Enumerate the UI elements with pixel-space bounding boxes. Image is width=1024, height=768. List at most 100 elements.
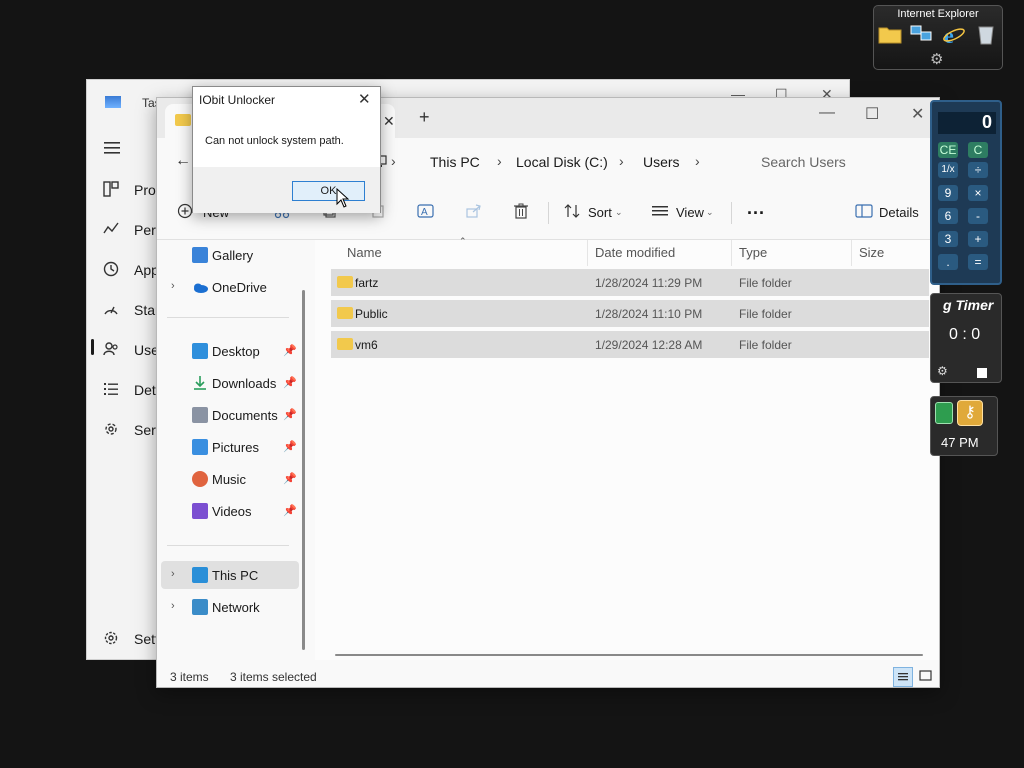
nav-scrollbar[interactable] xyxy=(302,290,305,650)
details-pane-button[interactable]: Details xyxy=(855,202,919,224)
chevron-right-icon[interactable]: › xyxy=(171,568,175,580)
computer-icon xyxy=(192,567,208,583)
nav-item-downloads[interactable]: Downloads 📌 xyxy=(161,369,299,397)
breadcrumb[interactable]: › This PC › Local Disk (C:) › Users › xyxy=(373,146,733,176)
folder-icon xyxy=(337,307,353,319)
column-header-size[interactable]: Size xyxy=(859,245,884,260)
close-icon[interactable]: ✕ xyxy=(911,104,924,124)
nav-services[interactable]: Serv xyxy=(103,419,163,443)
nav-app-history[interactable]: App xyxy=(103,259,163,283)
table-row[interactable]: Public 1/28/2024 11:10 PM File folder xyxy=(331,300,929,327)
nav-item-label: Music xyxy=(212,472,246,487)
delete-button[interactable] xyxy=(513,202,529,224)
new-button[interactable]: New xyxy=(177,202,229,224)
folder-icon[interactable] xyxy=(878,23,902,45)
green-app-icon[interactable] xyxy=(935,402,953,424)
nav-item-label: Documents xyxy=(212,408,278,423)
nav-startup[interactable]: Star xyxy=(103,299,163,323)
rename-button[interactable]: A xyxy=(417,202,435,224)
search-input[interactable]: Search Users xyxy=(747,146,931,176)
more-options-button[interactable]: ... xyxy=(747,198,765,220)
network-computers-icon[interactable] xyxy=(909,23,933,45)
calc-key-9[interactable]: 9 xyxy=(938,185,958,201)
tiles-view-button[interactable] xyxy=(916,667,936,687)
file-date: 1/28/2024 11:10 PM xyxy=(595,307,703,321)
column-divider[interactable] xyxy=(731,240,732,266)
file-date: 1/29/2024 12:28 AM xyxy=(595,338,703,352)
breadcrumb-this-pc[interactable]: This PC xyxy=(430,154,480,170)
column-headers: ⌃ Name Date modified Type Size xyxy=(315,236,939,266)
stop-icon[interactable] xyxy=(977,368,987,378)
calc-key-3[interactable]: 3 xyxy=(938,231,958,247)
document-icon xyxy=(192,407,208,423)
column-header-name[interactable]: Name xyxy=(347,245,382,260)
dialog-title: IObit Unlocker xyxy=(199,93,276,107)
nav-item-label: Gallery xyxy=(212,248,254,263)
calc-key-reciprocal[interactable]: 1/x xyxy=(938,162,958,178)
file-date: 1/28/2024 11:29 PM xyxy=(595,276,703,290)
breadcrumb-users[interactable]: Users xyxy=(643,154,680,170)
table-row[interactable]: vm6 1/29/2024 12:28 AM File folder xyxy=(331,331,929,358)
calc-key-equals[interactable]: = xyxy=(968,254,988,270)
chevron-right-icon[interactable]: › xyxy=(171,280,175,292)
tab-close-icon[interactable]: ✕ xyxy=(383,113,395,130)
nav-settings[interactable]: Sett xyxy=(103,628,163,652)
chevron-right-icon[interactable]: › xyxy=(171,600,175,612)
calc-key-minus[interactable]: - xyxy=(968,208,988,224)
details-pane-label: Details xyxy=(879,205,919,220)
column-header-date[interactable]: Date modified xyxy=(595,245,675,260)
hamburger-menu-icon[interactable] xyxy=(104,142,120,157)
nav-performance[interactable]: Perf xyxy=(103,219,163,243)
details-view-button[interactable] xyxy=(893,667,913,687)
calc-key-decimal[interactable]: . xyxy=(938,254,958,270)
column-divider[interactable] xyxy=(587,240,588,266)
share-button[interactable] xyxy=(466,202,482,224)
back-arrow-icon[interactable]: ← xyxy=(175,152,191,170)
calc-key-plus[interactable]: + xyxy=(968,231,988,247)
new-tab-button[interactable]: + xyxy=(419,108,430,126)
view-icon xyxy=(652,205,668,216)
nav-processes[interactable]: Pro xyxy=(103,179,163,203)
nav-item-label: Network xyxy=(212,600,260,615)
nav-item-gallery[interactable]: Gallery xyxy=(161,241,299,269)
nav-item-network[interactable]: › Network xyxy=(161,593,299,621)
calc-key-6[interactable]: 6 xyxy=(938,208,958,224)
file-name: vm6 xyxy=(355,338,378,352)
nav-item-onedrive[interactable]: › OneDrive xyxy=(161,273,299,301)
calc-key-multiply[interactable]: × xyxy=(968,185,988,201)
column-divider[interactable] xyxy=(851,240,852,266)
ok-button[interactable]: OK xyxy=(292,181,365,201)
nav-item-documents[interactable]: Documents 📌 xyxy=(161,401,299,429)
horizontal-scrollbar[interactable] xyxy=(335,654,923,656)
clock-time: 47 PM xyxy=(941,435,979,450)
close-icon[interactable]: ✕ xyxy=(358,90,371,108)
selected-count: 3 items selected xyxy=(230,670,317,684)
gear-icon[interactable]: ⚙ xyxy=(937,364,948,378)
chevron-right-icon: › xyxy=(391,153,396,169)
calc-key-c[interactable]: C xyxy=(968,142,988,158)
recycle-bin-icon[interactable] xyxy=(974,23,998,45)
calc-key-ce[interactable]: CE xyxy=(938,142,958,158)
nav-item-desktop[interactable]: Desktop 📌 xyxy=(161,337,299,365)
nav-item-videos[interactable]: Videos 📌 xyxy=(161,497,299,525)
nav-users[interactable]: Use xyxy=(103,339,163,363)
sort-button[interactable]: Sort ⌄ xyxy=(563,202,623,224)
folder-icon xyxy=(337,338,353,350)
breadcrumb-local-disk[interactable]: Local Disk (C:) xyxy=(516,154,608,170)
nav-details[interactable]: Det xyxy=(103,379,163,403)
gear-icon[interactable]: ⚙ xyxy=(930,50,943,68)
nav-item-this-pc[interactable]: › This PC xyxy=(161,561,299,589)
table-row[interactable]: fartz 1/28/2024 11:29 PM File folder xyxy=(331,269,929,296)
maximize-icon[interactable]: ☐ xyxy=(865,104,879,124)
gadget-title: Internet Explorer xyxy=(897,8,979,20)
nav-item-music[interactable]: Music 📌 xyxy=(161,465,299,493)
minimize-icon[interactable]: — xyxy=(819,104,835,122)
nav-item-pictures[interactable]: Pictures 📌 xyxy=(161,433,299,461)
column-header-type[interactable]: Type xyxy=(739,245,767,260)
internet-explorer-icon[interactable]: e xyxy=(942,23,966,45)
file-type: File folder xyxy=(739,276,792,290)
view-button[interactable]: View ⌄ xyxy=(651,202,714,224)
nav-processes-label: Pro xyxy=(134,182,156,198)
calc-key-divide[interactable]: ÷ xyxy=(968,162,988,178)
key-icon[interactable]: ⚷ xyxy=(957,400,983,426)
